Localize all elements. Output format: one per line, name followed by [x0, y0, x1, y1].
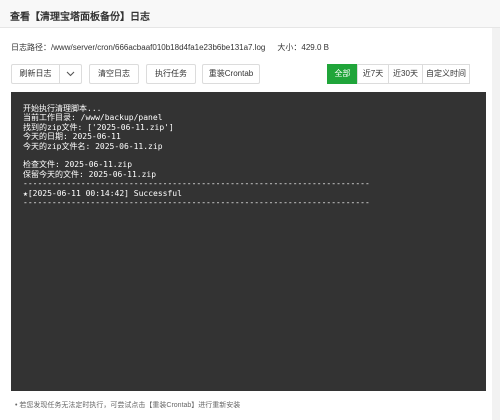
filter-7-days[interactable]: 近7天: [357, 64, 389, 84]
dialog-header: 查看【清理宝塔面板备份】日志: [0, 0, 500, 28]
log-line: ★[2025-06-11 00:14:42] Successful: [23, 188, 182, 198]
filter-custom-time[interactable]: 自定义时间: [422, 64, 470, 84]
log-line: 检查文件: 2025-06-11.zip: [23, 160, 133, 170]
log-line: 当前工作目录: /www/backup/panel: [23, 113, 163, 123]
refresh-log-button[interactable]: 刷新日志: [12, 65, 59, 83]
log-line: 今天的zip文件名: 2025-06-11.zip: [23, 141, 163, 151]
log-path-value: /www/server/cron/666acbaaf010b18d4fa1e23…: [51, 43, 266, 52]
log-line: 找到的zip文件: ['2025-06-11.zip']: [23, 122, 174, 132]
log-separator: ----------------------------------------…: [23, 179, 370, 189]
log-line: 开始执行清理脚本...: [23, 104, 102, 113]
log-line: 保留今天的文件: 2025-06-11.zip: [23, 169, 157, 179]
reinstall-crontab-button[interactable]: 重装Crontab: [202, 64, 260, 84]
log-dialog: 查看【清理宝塔面板备份】日志 日志路径：/www/server/cron/666…: [0, 0, 500, 420]
log-line: 今天的日期: 2025-06-11: [23, 132, 121, 142]
refresh-dropdown-toggle[interactable]: [60, 65, 81, 83]
filter-30-days[interactable]: 近30天: [388, 64, 423, 84]
filter-all[interactable]: 全部: [327, 64, 358, 84]
log-size-label: 大小：: [277, 43, 302, 52]
toolbar: 刷新日志 清空日志 执行任务 重装Crontab 全部 近7天 近30天 自定义…: [11, 64, 489, 84]
chevron-down-icon: [66, 71, 75, 77]
log-output[interactable]: 开始执行清理脚本... 当前工作目录: /www/backup/panel 找到…: [11, 92, 486, 391]
run-task-button[interactable]: 执行任务: [146, 64, 196, 84]
tip-text: • 若您发现任务无法定时执行，可尝试点击【重装Crontab】进行重新安装: [15, 402, 241, 409]
log-size-value: 429.0 B: [301, 43, 329, 52]
scrollbar[interactable]: [492, 28, 500, 420]
log-separator: ----------------------------------------…: [23, 197, 370, 207]
log-path-label: 日志路径：: [11, 43, 51, 52]
dialog-title: 查看【清理宝塔面板备份】日志: [10, 12, 150, 23]
clear-log-button[interactable]: 清空日志: [89, 64, 139, 84]
refresh-log-split-button: 刷新日志: [11, 64, 82, 84]
log-path-line: 日志路径：/www/server/cron/666acbaaf010b18d4f…: [11, 42, 329, 53]
